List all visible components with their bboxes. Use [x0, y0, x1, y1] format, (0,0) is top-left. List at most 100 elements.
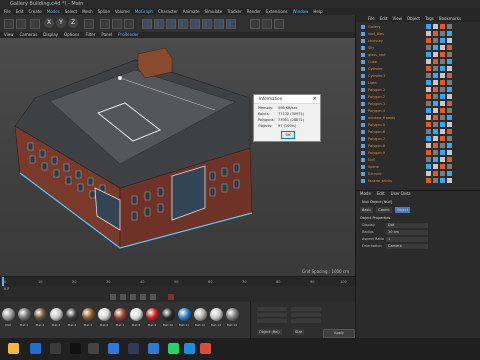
object-tag-icon[interactable]	[447, 122, 452, 127]
om-menu-object[interactable]: Object	[407, 15, 420, 22]
object-tag-icon[interactable]	[440, 31, 445, 36]
object-row[interactable]: Extrude	[356, 171, 480, 177]
object-tag-icon[interactable]	[440, 122, 445, 127]
attr-tab-edit[interactable]: Edit	[377, 191, 385, 197]
object-tag-icon[interactable]	[447, 59, 452, 64]
menu-volume[interactable]: Volume	[115, 8, 130, 15]
go-to-start-icon[interactable]	[110, 294, 116, 300]
object-row[interactable]: chimney	[356, 38, 480, 44]
search-icon[interactable]	[50, 343, 61, 354]
apply-button[interactable]: Apply	[323, 329, 355, 338]
cube-icon[interactable]	[142, 19, 152, 29]
material-swatch[interactable]	[18, 308, 31, 321]
object-tag-icon[interactable]	[447, 38, 452, 43]
object-row[interactable]: Spline	[356, 164, 480, 170]
object-tag-icon[interactable]	[447, 129, 452, 134]
object-tag-icon[interactable]	[426, 108, 431, 113]
display-dropdown[interactable]: Dot	[386, 223, 428, 228]
close-icon[interactable]: ×	[313, 95, 317, 103]
vscode-icon[interactable]	[148, 343, 159, 354]
pos-z-field[interactable]	[257, 319, 287, 323]
object-tag-icon[interactable]	[433, 101, 438, 106]
size-x-field[interactable]	[291, 307, 321, 311]
om-menu-tags[interactable]: Tags	[425, 15, 434, 22]
object-name[interactable]: Polygon.6	[368, 129, 385, 135]
object-tag-icon[interactable]	[433, 45, 438, 50]
object-tag-icon[interactable]	[426, 52, 431, 57]
object-row[interactable]: Light	[356, 80, 480, 86]
size-y-field[interactable]	[291, 313, 321, 317]
object-row[interactable]: facade_bricks	[356, 178, 480, 184]
floor-icon[interactable]	[202, 19, 212, 29]
object-tag-icon[interactable]	[440, 178, 445, 183]
widgets-icon[interactable]	[8, 343, 19, 354]
material-swatch[interactable]	[146, 308, 159, 321]
object-tag-icon[interactable]	[440, 87, 445, 92]
workplane-icon[interactable]	[262, 19, 272, 29]
pen-icon[interactable]	[154, 19, 164, 29]
object-tag-icon[interactable]	[426, 94, 431, 99]
menu-mesh[interactable]: Mesh	[82, 8, 93, 15]
object-tag-icon[interactable]	[447, 150, 452, 155]
object-tag-icon[interactable]	[433, 115, 438, 120]
object-row[interactable]: Cube	[356, 59, 480, 65]
object-name[interactable]: Polygon.4	[368, 108, 385, 114]
object-tag-icon[interactable]	[440, 164, 445, 169]
object-row[interactable]: Null	[356, 157, 480, 163]
object-tag-icon[interactable]	[426, 31, 431, 36]
material-swatch[interactable]	[226, 308, 239, 321]
object-tag-icon[interactable]	[426, 73, 431, 78]
menu-file[interactable]: File	[4, 8, 11, 15]
object-tag-icon[interactable]	[447, 87, 452, 92]
object-tag-icon[interactable]	[433, 80, 438, 85]
aspect-ratio-field[interactable]: 1	[386, 237, 428, 242]
object-tag-icon[interactable]	[447, 94, 452, 99]
attr-subtab-object[interactable]: Object	[394, 207, 411, 213]
object-name[interactable]: Polygon.3	[368, 101, 385, 107]
orientation-dropdown[interactable]: Camera	[386, 244, 428, 249]
object-tag-icon[interactable]	[447, 101, 452, 106]
object-tag-icon[interactable]	[440, 150, 445, 155]
menu-help[interactable]: Help	[313, 8, 322, 15]
object-tag-icon[interactable]	[447, 108, 452, 113]
object-name[interactable]: chimney	[368, 38, 383, 44]
play-icon[interactable]	[130, 294, 136, 300]
object-tag-icon[interactable]	[440, 80, 445, 85]
object-tag-icon[interactable]	[447, 45, 452, 50]
object-row[interactable]: Polygon.1	[356, 87, 480, 93]
file-explorer-icon[interactable]	[108, 343, 119, 354]
object-tag-icon[interactable]	[447, 115, 452, 120]
render-settings-icon[interactable]	[124, 19, 134, 29]
object-row[interactable]: Polygon.6	[356, 129, 480, 135]
size-mode-dropdown[interactable]: Size	[293, 329, 305, 335]
object-name[interactable]: Cube	[368, 59, 377, 65]
object-tag-icon[interactable]	[447, 66, 452, 71]
object-tag-icon[interactable]	[433, 31, 438, 36]
object-tag-icon[interactable]	[426, 171, 431, 176]
object-tag-icon[interactable]	[426, 122, 431, 127]
object-tag-icon[interactable]	[426, 143, 431, 148]
object-tag-icon[interactable]	[426, 38, 431, 43]
attr-tab-mode[interactable]: Mode	[360, 191, 371, 197]
material-swatch[interactable]	[194, 308, 207, 321]
object-tag-icon[interactable]	[433, 108, 438, 113]
object-tag-icon[interactable]	[426, 178, 431, 183]
om-menu-edit[interactable]: Edit	[380, 15, 388, 22]
coordinate-mode-dropdown[interactable]: Object (Rel)	[257, 329, 282, 335]
attr-subtab-basic[interactable]: Basic	[360, 207, 374, 213]
object-row[interactable]: Cylinder	[356, 66, 480, 72]
object-tag-icon[interactable]	[440, 171, 445, 176]
material-swatch[interactable]	[178, 308, 191, 321]
object-tag-icon[interactable]	[447, 52, 452, 57]
object-name[interactable]: roof_tiles	[368, 31, 384, 37]
material-swatch[interactable]	[50, 308, 63, 321]
render-view-icon[interactable]	[100, 19, 110, 29]
object-tag-icon[interactable]	[426, 45, 431, 50]
object-tag-icon[interactable]	[433, 171, 438, 176]
object-tag-icon[interactable]	[426, 115, 431, 120]
object-tag-icon[interactable]	[433, 157, 438, 162]
object-name[interactable]: Sky	[368, 45, 374, 51]
object-tag-icon[interactable]	[426, 157, 431, 162]
material-swatch[interactable]	[114, 308, 127, 321]
whatsapp-icon[interactable]	[168, 343, 179, 354]
